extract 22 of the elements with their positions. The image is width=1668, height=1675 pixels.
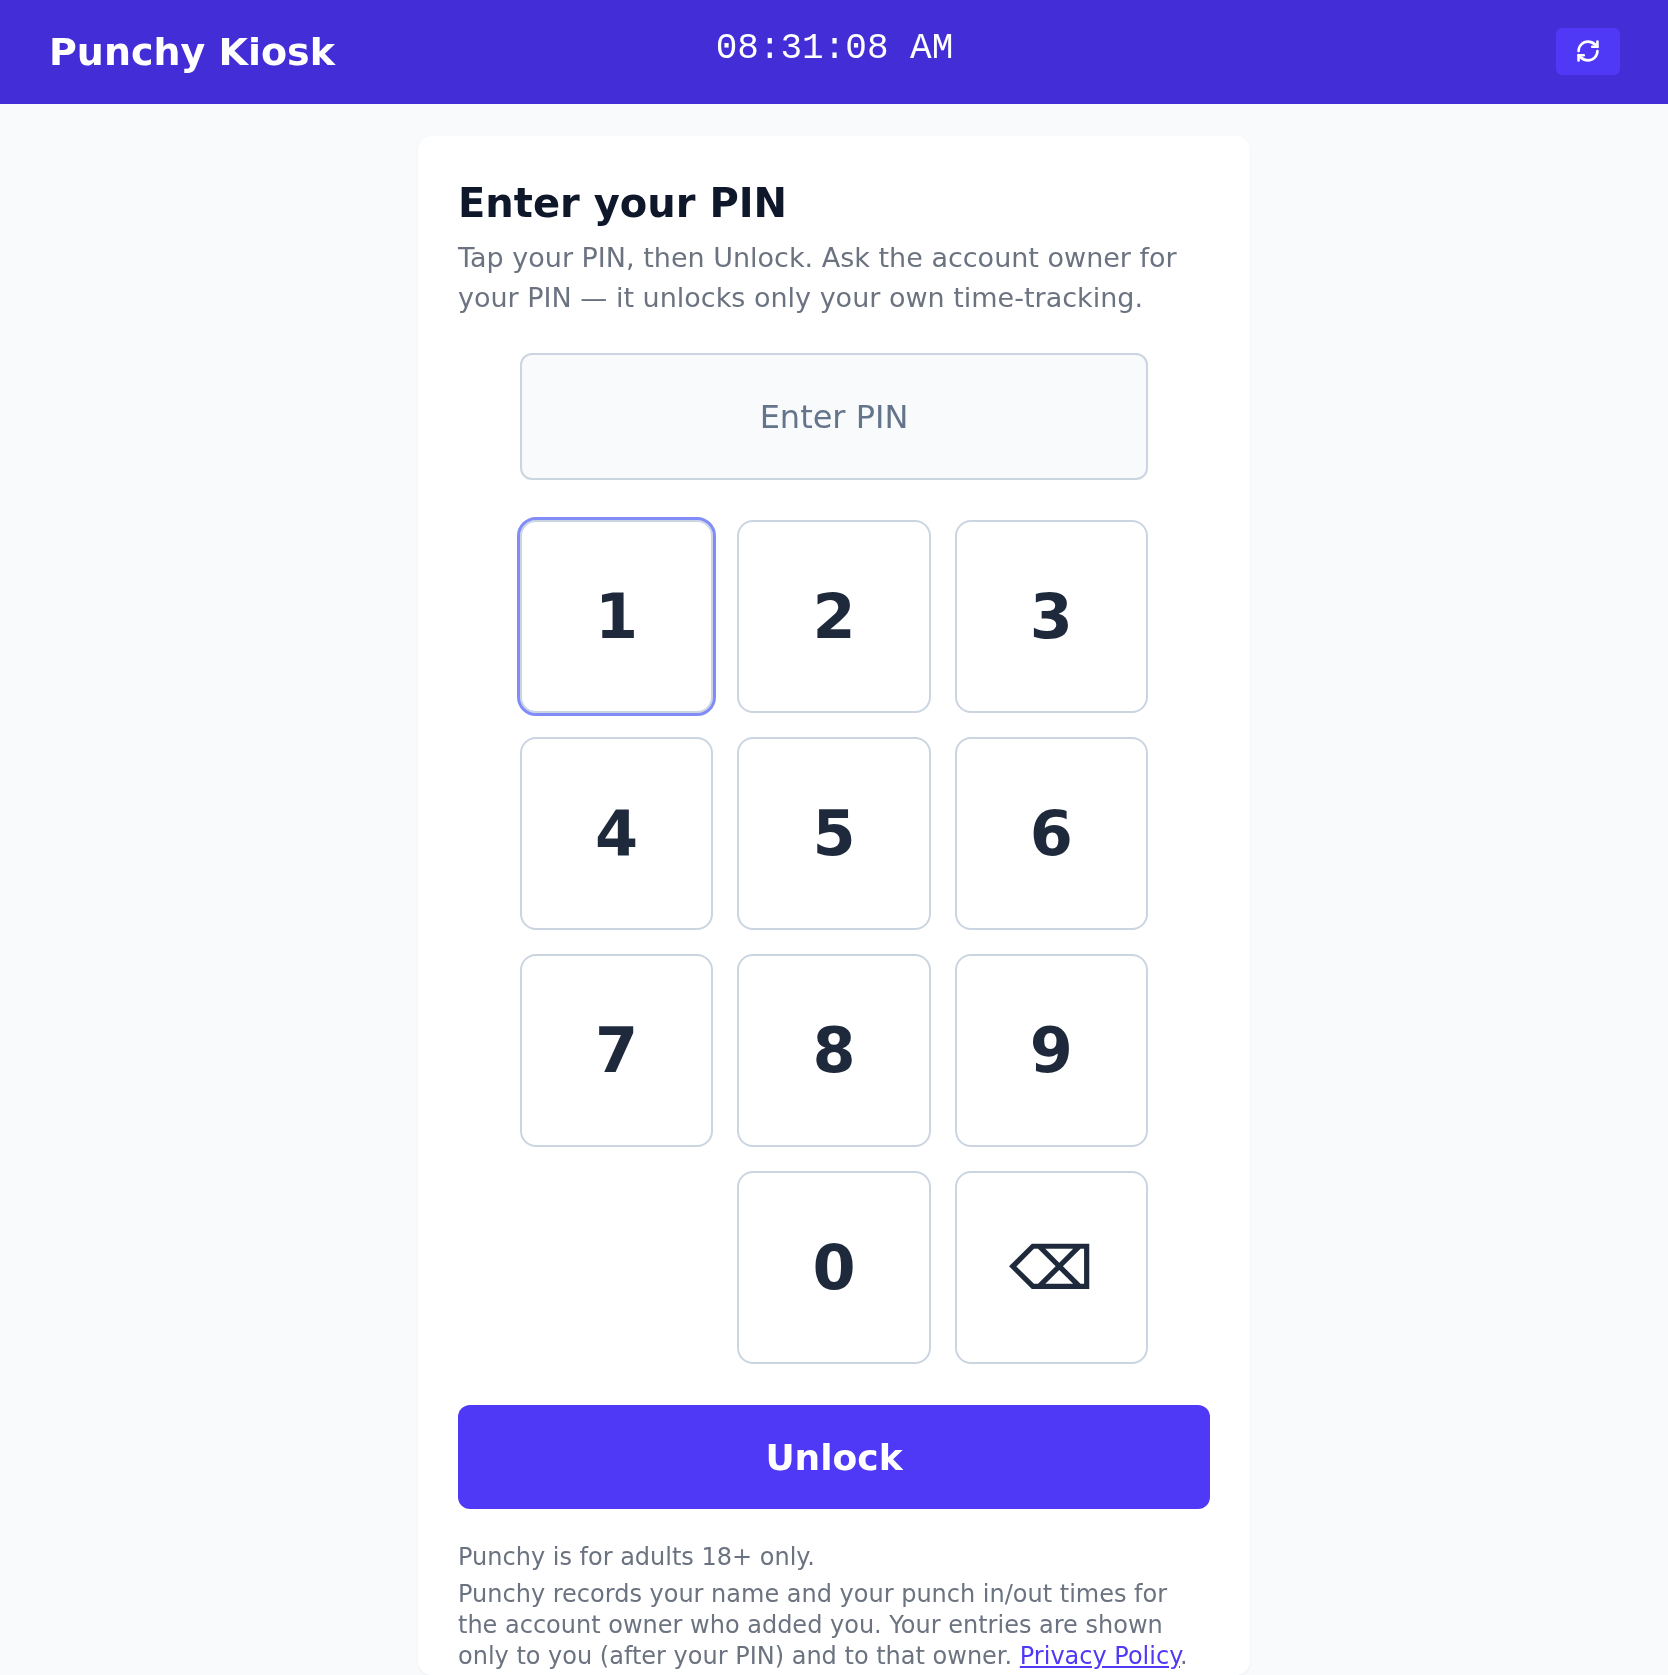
app-title: Punchy Kiosk (49, 29, 335, 75)
instructions-text: Tap your PIN, then Unlock. Ask the account owner for your PIN — it unlocks only your own time-tracking. (458, 241, 1178, 315)
digit-key[interactable]: 1 (517, 517, 717, 716)
digit-key[interactable]: 6 (954, 737, 1148, 930)
age-notice: Punchy is for adults 18+ only. (458, 1542, 816, 1573)
pin-heading: Enter your PIN (458, 179, 789, 227)
digit-key[interactable]: 2 (737, 520, 931, 713)
privacy-policy-link[interactable]: Privacy Policy (1019, 1642, 1180, 1670)
digit-key[interactable]: 8 (737, 954, 931, 1147)
digit-key[interactable]: 7 (520, 954, 714, 1147)
refresh-icon (1577, 40, 1599, 62)
clock-text: 08:31:08 AM (715, 27, 954, 71)
pin-input[interactable]: Enter PIN (520, 353, 1148, 480)
privacy-notice: Punchy records your name and your punch in/out times for the account owner who added you. Your entries are shown only to you (after your PIN) and to that owner. Privacy Policy. (458, 1579, 1189, 1672)
digit-key[interactable]: 3 (954, 520, 1148, 713)
digit-key[interactable]: 9 (954, 954, 1148, 1147)
digit-key[interactable]: 5 (737, 737, 931, 930)
backspace-key[interactable]: ⌫ (954, 1171, 1148, 1364)
unlock-button[interactable]: Unlock (458, 1405, 1210, 1509)
refresh-button[interactable] (1556, 27, 1620, 75)
digit-key[interactable]: 4 (520, 737, 714, 930)
digit-key[interactable]: 0 (737, 1171, 931, 1364)
